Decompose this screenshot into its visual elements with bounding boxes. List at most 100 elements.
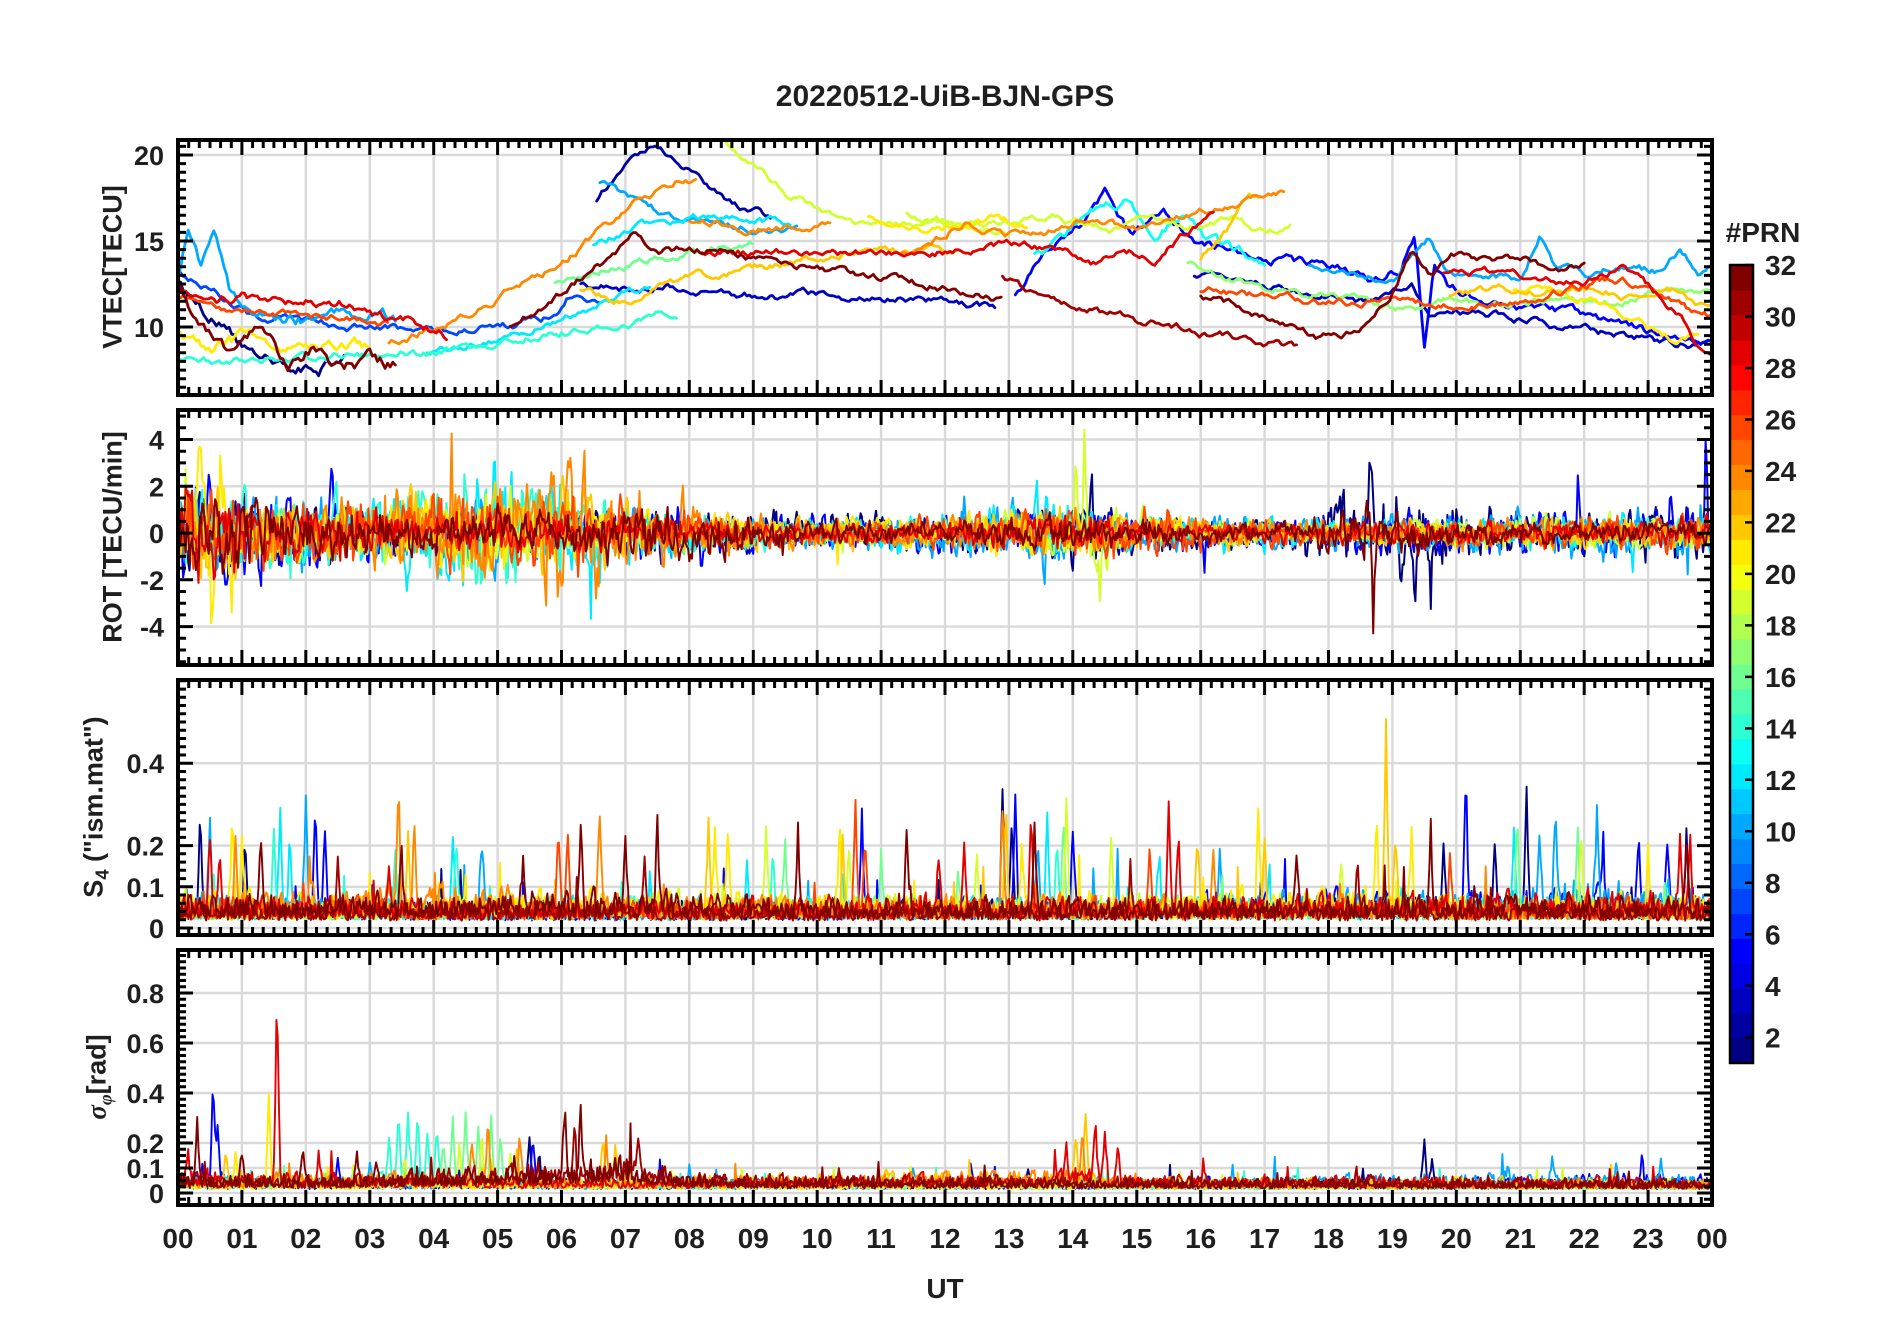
y-tick-label: 0.1 [126,873,164,903]
panel-sigma_phi [176,948,1714,1207]
x-tick-label: 03 [354,1223,385,1254]
colorbar-cell-prn-7 [1730,888,1753,914]
y-tick-label: 0.6 [126,1029,164,1059]
series-prn-31 [1001,274,1298,348]
colorbar-cell-prn-32 [1730,265,1753,291]
panel-rot [176,408,1714,667]
y-tick-label: 0.2 [126,1129,164,1159]
series-prn-14 [180,310,678,366]
colorbar-cell-prn-24 [1730,464,1753,490]
x-tick-label: 18 [1313,1223,1344,1254]
colorbar-cell-prn-5 [1730,938,1753,964]
x-tick-label: 22 [1569,1223,1600,1254]
colorbar-cell-prn-27 [1730,389,1753,416]
colorbar-cell-prn-3 [1730,988,1753,1014]
colorbar-tick-label: 32 [1765,250,1796,281]
colorbar-tick-label: 6 [1765,919,1781,950]
colorbar-cell-prn-11 [1730,788,1753,815]
colorbar-tick-label: 4 [1765,971,1781,1002]
colorbar-cell-prn-13 [1730,738,1753,765]
colorbar-cell-prn-22 [1730,514,1753,540]
colorbar-tick-label: 20 [1765,559,1796,590]
x-tick-label: 19 [1377,1223,1408,1254]
x-tick-label: 13 [993,1223,1024,1254]
colorbar-cell-prn-15 [1730,688,1753,715]
series-prn-10 [1307,235,1710,285]
y-tick-label: 10 [134,313,164,343]
x-tick-label: 00 [162,1223,193,1254]
colorbar-cell-prn-21 [1730,539,1753,565]
y-tick-label: -2 [140,566,164,596]
x-tick-label: 12 [929,1223,960,1254]
panel-vtec [176,138,1714,397]
colorbar-tick-label: 26 [1765,405,1796,436]
colorbar-tick-label: 2 [1765,1022,1781,1053]
colorbar-cell-prn-31 [1730,289,1753,316]
x-tick-label: 21 [1505,1223,1536,1254]
colorbar-tick-label: 18 [1765,610,1796,641]
colorbar-cell-prn-1 [1730,1038,1753,1064]
x-tick-label: 01 [226,1223,257,1254]
colorbar-cell-prn-20 [1730,564,1753,590]
colorbar-cell-prn-9 [1730,838,1753,865]
colorbar-tick-label: 10 [1765,816,1796,847]
y-tick-labels-vtec: 10 15 20 [134,141,164,343]
grid-lines [178,950,1712,1205]
x-tick-label: 06 [546,1223,577,1254]
x-tick-label: 00 [1696,1223,1727,1254]
colorbar-cell-prn-23 [1730,489,1753,515]
x-tick-label: 02 [290,1223,321,1254]
x-tick-label: 17 [1249,1223,1280,1254]
colorbar-cell-prn-14 [1730,713,1753,740]
x-tick-label: 15 [1121,1223,1152,1254]
colorbar: 2468101214161820222426283032 [1728,250,1797,1065]
colorbar-cell-prn-17 [1730,639,1753,665]
colorbar-tick-label: 12 [1765,765,1796,796]
x-tick-label: 09 [738,1223,769,1254]
colorbar-cell-prn-30 [1730,314,1753,341]
x-tick-labels: 00 01 02 03 04 05 06 07 08 09 10 11 12 13 14 15 16 17 18 19… [162,1223,1727,1254]
y-tick-label: 0.2 [126,832,164,862]
colorbar-tick-label: 14 [1765,713,1797,744]
panel-s4 [176,678,1714,937]
x-tick-label: 23 [1633,1223,1664,1254]
series-prn-3 [579,281,997,310]
y-tick-label: 0.8 [126,979,164,1009]
colorbar-cell-prn-12 [1730,763,1753,790]
x-tick-label: 20 [1441,1223,1472,1254]
x-tick-label: 10 [802,1223,833,1254]
x-tick-label: 16 [1185,1223,1216,1254]
y-tick-labels-s4: 0 0.1 0.2 0.4 [126,749,164,944]
y-tick-label: 0 [149,519,164,549]
series-prn-5 [1013,186,1710,349]
colorbar-tick-label: 22 [1765,507,1796,538]
colorbar-tick-label: 30 [1765,302,1796,333]
colorbar-cell-prn-29 [1730,339,1753,366]
colorbar-tick-label: 24 [1765,456,1797,487]
x-tick-label: 04 [418,1223,450,1254]
plot-canvas: 101520-4-202400.10.20.400.10.20.40.60.80… [126,138,1797,1254]
x-tick-label: 05 [482,1223,513,1254]
x-tick-label: 08 [674,1223,705,1254]
figure: 20220512-UiB-BJN-GPS VTEC[TECU] ROT [TEC… [0,0,1902,1330]
y-tick-label: 0.4 [126,1079,164,1109]
colorbar-cell-prn-2 [1730,1013,1753,1039]
y-tick-label: -4 [140,613,164,643]
colorbar-cell-prn-19 [1730,589,1753,615]
y-tick-labels-rot: -4 -2 0 2 4 [140,426,164,643]
colorbar-tick-label: 8 [1765,868,1781,899]
y-tick-label: 2 [149,472,164,502]
colorbar-tick-label: 28 [1765,353,1796,384]
y-tick-label: 20 [134,141,164,171]
colorbar-cell-prn-25 [1730,439,1753,466]
y-tick-label: 15 [134,227,164,257]
y-tick-label: 0.4 [126,749,164,779]
x-tick-label: 11 [866,1223,896,1254]
y-tick-label: 0 [149,914,164,944]
y-tick-label: 4 [149,426,164,456]
colorbar-cell-prn-18 [1730,614,1753,640]
colorbar-tick-label: 16 [1765,662,1796,693]
y-tick-labels-sigma_phi: 00.10.20.40.60.8 [126,979,164,1209]
colorbar-cell-prn-8 [1730,863,1753,889]
colorbar-cell-prn-10 [1730,813,1753,840]
